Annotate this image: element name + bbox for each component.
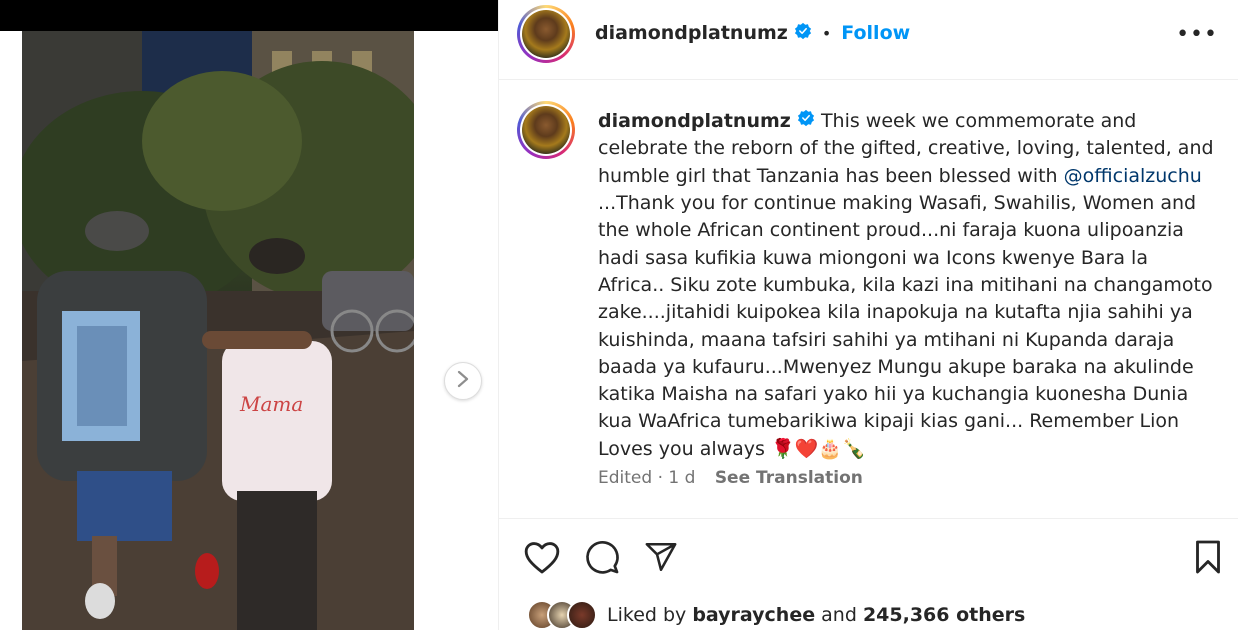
- liker-avatars[interactable]: [527, 600, 597, 630]
- follow-button[interactable]: Follow: [841, 22, 910, 44]
- verified-badge-icon: [797, 108, 815, 135]
- post-media-panel: Mama: [0, 0, 498, 630]
- mention-link[interactable]: @officialzuchu: [1064, 165, 1202, 187]
- save-button[interactable]: [1193, 539, 1223, 579]
- bookmark-icon: [1193, 540, 1223, 579]
- share-button[interactable]: [643, 540, 679, 578]
- liked-by-and: and: [815, 604, 863, 626]
- author-avatar[interactable]: [517, 5, 575, 63]
- likes-summary: Liked by bayraychee and 245,366 others: [527, 600, 1025, 630]
- caption-emojis: 🌹❤️🎂🍾: [771, 437, 866, 460]
- media-top-bar: [0, 0, 498, 31]
- caption-author-avatar[interactable]: [517, 101, 575, 159]
- likes-count[interactable]: 245,366 others: [863, 604, 1025, 626]
- caption-username[interactable]: diamondplatnumz: [598, 110, 791, 132]
- liked-by-user[interactable]: bayraychee: [692, 604, 815, 626]
- next-media-button[interactable]: [444, 362, 482, 400]
- comment-icon: [584, 541, 620, 579]
- liker-avatar[interactable]: [567, 600, 597, 630]
- heart-icon: [523, 542, 561, 579]
- see-translation-link[interactable]: See Translation: [715, 468, 863, 488]
- post-caption: diamondplatnumz This week we commemorate…: [598, 108, 1218, 463]
- header-separator: •: [821, 23, 832, 43]
- liked-by-prefix: Liked by: [607, 604, 693, 626]
- post-header: diamondplatnumz • Follow •••: [499, 0, 1238, 80]
- caption-text-part2: ...Thank you for continue making Wasafi,…: [598, 192, 1213, 460]
- share-icon: [643, 542, 679, 578]
- svg-text:Mama: Mama: [239, 392, 303, 416]
- actions-divider: [499, 518, 1238, 519]
- comment-button[interactable]: [584, 539, 620, 579]
- panel-divider: [498, 0, 499, 630]
- chevron-right-icon: [456, 370, 470, 392]
- verified-badge-icon: [794, 22, 812, 44]
- more-options-icon[interactable]: •••: [1176, 22, 1218, 47]
- like-button[interactable]: [523, 539, 561, 579]
- post-meta: Edited · 1 d See Translation: [598, 468, 863, 488]
- post-photo[interactable]: Mama: [22, 31, 414, 630]
- edited-timestamp: Edited · 1 d: [598, 468, 696, 488]
- author-username[interactable]: diamondplatnumz: [595, 22, 788, 44]
